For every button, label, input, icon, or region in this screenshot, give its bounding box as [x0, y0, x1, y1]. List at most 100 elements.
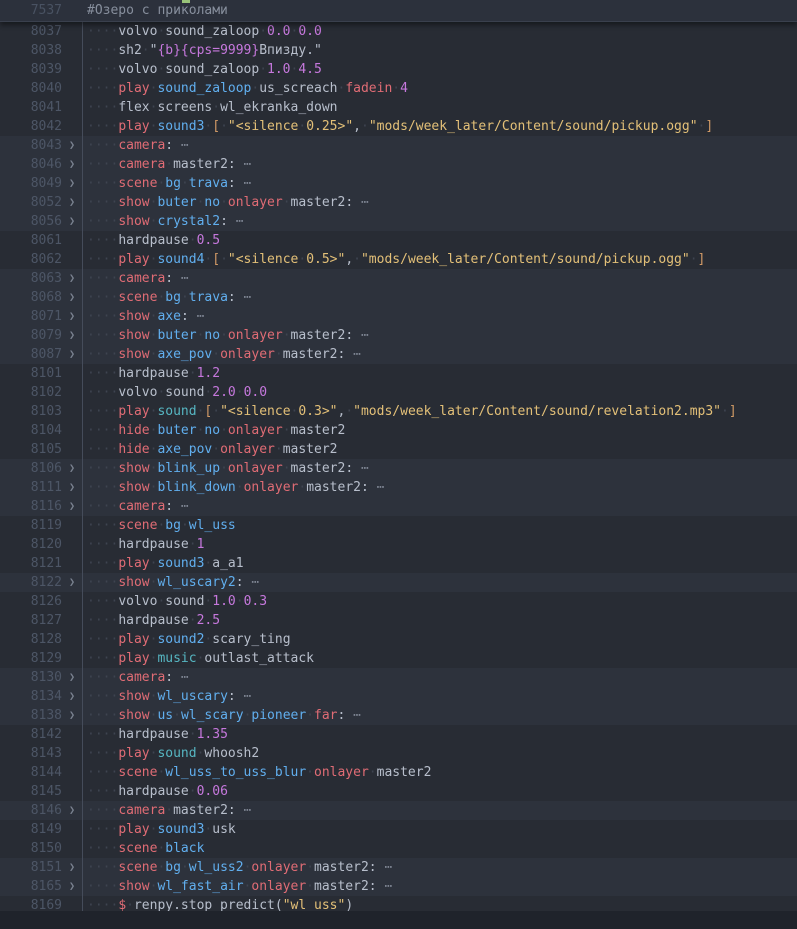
line-number[interactable]: 8071 — [0, 307, 62, 326]
fold-chevron-icon[interactable]: ❯ — [62, 459, 82, 478]
line-number[interactable]: 8129 — [0, 649, 62, 668]
line-number[interactable]: 8102 — [0, 383, 62, 402]
code-line[interactable]: 8040 ····play·sound_zaloop·us_screach·fad… — [0, 79, 797, 98]
line-number[interactable]: 8151 — [0, 858, 62, 877]
fold-chevron-icon[interactable]: ❯ — [62, 307, 82, 326]
folded-region-ellipsis[interactable]: ⋯ — [377, 879, 392, 894]
code-content[interactable]: ····camera: ⋯ — [82, 497, 797, 516]
code-line[interactable]: 8144 ····scene·wl_uss_to_uss_blur·onlayer… — [0, 763, 797, 782]
code-line[interactable]: 8061 ····hardpause·0.5 — [0, 231, 797, 250]
line-number[interactable]: 8041 — [0, 98, 62, 117]
line-number[interactable]: 8103 — [0, 402, 62, 421]
folded-region-ellipsis[interactable]: ⋯ — [228, 214, 244, 229]
folded-region-ellipsis[interactable]: ⋯ — [173, 271, 189, 286]
code-line[interactable]: 8101 ····hardpause·1.2 — [0, 364, 797, 383]
line-number[interactable]: 8143 — [0, 744, 62, 763]
folded-region-ellipsis[interactable]: ⋯ — [173, 499, 189, 514]
code-line[interactable]: 8049 ❯ ····scene·bg·trava: ⋯ — [0, 174, 797, 193]
code-content[interactable]: ····hardpause·0.5 — [82, 231, 797, 250]
fold-chevron-icon[interactable]: ❯ — [62, 478, 82, 497]
code-line[interactable]: 8104 ····hide·buter·no·onlayer·master2 — [0, 421, 797, 440]
folded-region-ellipsis[interactable]: ⋯ — [377, 860, 392, 875]
code-line[interactable]: 8143 ····play·sound·whoosh2 — [0, 744, 797, 763]
line-number[interactable]: 8119 — [0, 516, 62, 535]
code-line[interactable]: 8052 ❯ ····show·buter·no·onlayer·master2: … — [0, 193, 797, 212]
line-number[interactable]: 8138 — [0, 706, 62, 725]
code-content[interactable]: ····show·blink_down·onlayer·master2: ⋯ — [82, 478, 797, 497]
fold-chevron-icon[interactable]: ❯ — [62, 269, 82, 288]
folded-region-ellipsis[interactable]: ⋯ — [189, 309, 205, 324]
line-number[interactable]: 8146 — [0, 801, 62, 820]
code-line[interactable]: 8127 ····hardpause·2.5 — [0, 611, 797, 630]
code-line[interactable]: 8046 ❯ ····camera·master2: ⋯ — [0, 155, 797, 174]
code-line[interactable]: 8068 ❯ ····scene·bg·trava: ⋯ — [0, 288, 797, 307]
code-content[interactable]: ····volvo·sound·2.0·0.0 — [82, 383, 797, 402]
code-line[interactable]: 8120 ····hardpause·1 — [0, 535, 797, 554]
line-number[interactable]: 8052 — [0, 193, 62, 212]
code-content[interactable]: ····show·crystal2: ⋯ — [82, 212, 797, 231]
line-number[interactable]: 8061 — [0, 231, 62, 250]
code-content[interactable]: ····play·music·outlast_attack — [82, 649, 797, 668]
line-number[interactable]: 8126 — [0, 592, 62, 611]
folded-region-ellipsis[interactable]: ⋯ — [236, 176, 252, 191]
code-content[interactable]: ····scene·black — [82, 839, 797, 858]
line-number[interactable]: 8120 — [0, 535, 62, 554]
code-content[interactable]: ····scene·bg·trava: ⋯ — [82, 174, 797, 193]
line-number[interactable]: 8149 — [0, 820, 62, 839]
line-number[interactable]: 8142 — [0, 725, 62, 744]
code-line[interactable]: 8149 ····play·sound3·usk — [0, 820, 797, 839]
line-number[interactable]: 8144 — [0, 763, 62, 782]
line-number[interactable]: 8127 — [0, 611, 62, 630]
fold-chevron-icon[interactable]: ❯ — [62, 706, 82, 725]
line-number[interactable]: 8134 — [0, 687, 62, 706]
line-number[interactable]: 8063 — [0, 269, 62, 288]
code-line[interactable]: 8038 ····sh2·"{b}{cps=9999}Впизду." — [0, 41, 797, 60]
line-number[interactable]: 8165 — [0, 877, 62, 896]
code-line[interactable]: 8126 ····volvo·sound·1.0·0.3 — [0, 592, 797, 611]
fold-chevron-icon[interactable]: ❯ — [62, 155, 82, 174]
code-line[interactable]: 8150 ····scene·black — [0, 839, 797, 858]
code-content[interactable]: ····show·blink_up·onlayer·master2: ⋯ — [82, 459, 797, 478]
code-content[interactable]: ····camera·master2: ⋯ — [82, 801, 797, 820]
code-content[interactable]: ····scene·bg·wl_uss — [82, 516, 797, 535]
code-line[interactable]: 8071 ❯ ····show·axe: ⋯ — [0, 307, 797, 326]
code-line[interactable]: 8102 ····volvo·sound·2.0·0.0 — [0, 383, 797, 402]
fold-chevron-icon[interactable]: ❯ — [62, 801, 82, 820]
code-content[interactable]: ····scene·bg·wl_uss2·onlayer·master2: ⋯ — [82, 858, 797, 877]
fold-chevron-icon[interactable]: ❯ — [62, 212, 82, 231]
line-number[interactable]: 8079 — [0, 326, 62, 345]
code-line[interactable]: 8087 ❯ ····show·axe_pov·onlayer·master2: ⋯ — [0, 345, 797, 364]
code-line[interactable]: 8043 ❯ ····camera: ⋯ — [0, 136, 797, 155]
code-line[interactable]: 8105 ····hide·axe_pov·onlayer·master2 — [0, 440, 797, 459]
code-content[interactable]: ····volvo·sound·1.0·0.3 — [82, 592, 797, 611]
code-content[interactable]: ····hide·buter·no·onlayer·master2 — [82, 421, 797, 440]
code-content[interactable]: ····hide·axe_pov·onlayer·master2 — [82, 440, 797, 459]
code-line[interactable]: 8121 ····play·sound3·a_a1 — [0, 554, 797, 573]
code-line[interactable]: 8142 ····hardpause·1.35 — [0, 725, 797, 744]
line-number[interactable]: 8039 — [0, 60, 62, 79]
code-line[interactable]: 8119 ····scene·bg·wl_uss — [0, 516, 797, 535]
code-line[interactable]: 8122 ❯ ····show·wl_uscary2: ⋯ — [0, 573, 797, 592]
code-line[interactable]: 8146 ❯ ····camera·master2: ⋯ — [0, 801, 797, 820]
code-line[interactable]: 8129 ····play·music·outlast_attack — [0, 649, 797, 668]
code-content[interactable]: ····camera: ⋯ — [82, 668, 797, 687]
fold-chevron-icon[interactable]: ❯ — [62, 345, 82, 364]
code-content[interactable]: ····show·axe_pov·onlayer·master2: ⋯ — [82, 345, 797, 364]
line-number[interactable]: 8150 — [0, 839, 62, 858]
line-number[interactable]: 8101 — [0, 364, 62, 383]
fold-chevron-icon[interactable]: ❯ — [62, 497, 82, 516]
line-number[interactable]: 8062 — [0, 250, 62, 269]
fold-chevron-icon[interactable]: ❯ — [62, 174, 82, 193]
code-content[interactable]: ····play·sound_zaloop·us_screach·fadein·… — [82, 79, 797, 98]
code-content[interactable]: ····scene·bg·trava: ⋯ — [82, 288, 797, 307]
code-line[interactable]: 8079 ❯ ····show·buter·no·onlayer·master2: … — [0, 326, 797, 345]
code-content[interactable]: ····hardpause·1 — [82, 535, 797, 554]
code-line[interactable]: 8111 ❯ ····show·blink_down·onlayer·master2… — [0, 478, 797, 497]
fold-chevron-icon[interactable]: ❯ — [62, 288, 82, 307]
code-line[interactable]: 8056 ❯ ····show·crystal2: ⋯ — [0, 212, 797, 231]
fold-chevron-icon[interactable]: ❯ — [62, 136, 82, 155]
fold-chevron-icon[interactable]: ❯ — [62, 877, 82, 896]
folded-region-ellipsis[interactable]: ⋯ — [345, 347, 361, 362]
code-content[interactable]: ····volvo·sound_zaloop·1.0·4.5 — [82, 60, 797, 79]
line-number[interactable]: 8049 — [0, 174, 62, 193]
